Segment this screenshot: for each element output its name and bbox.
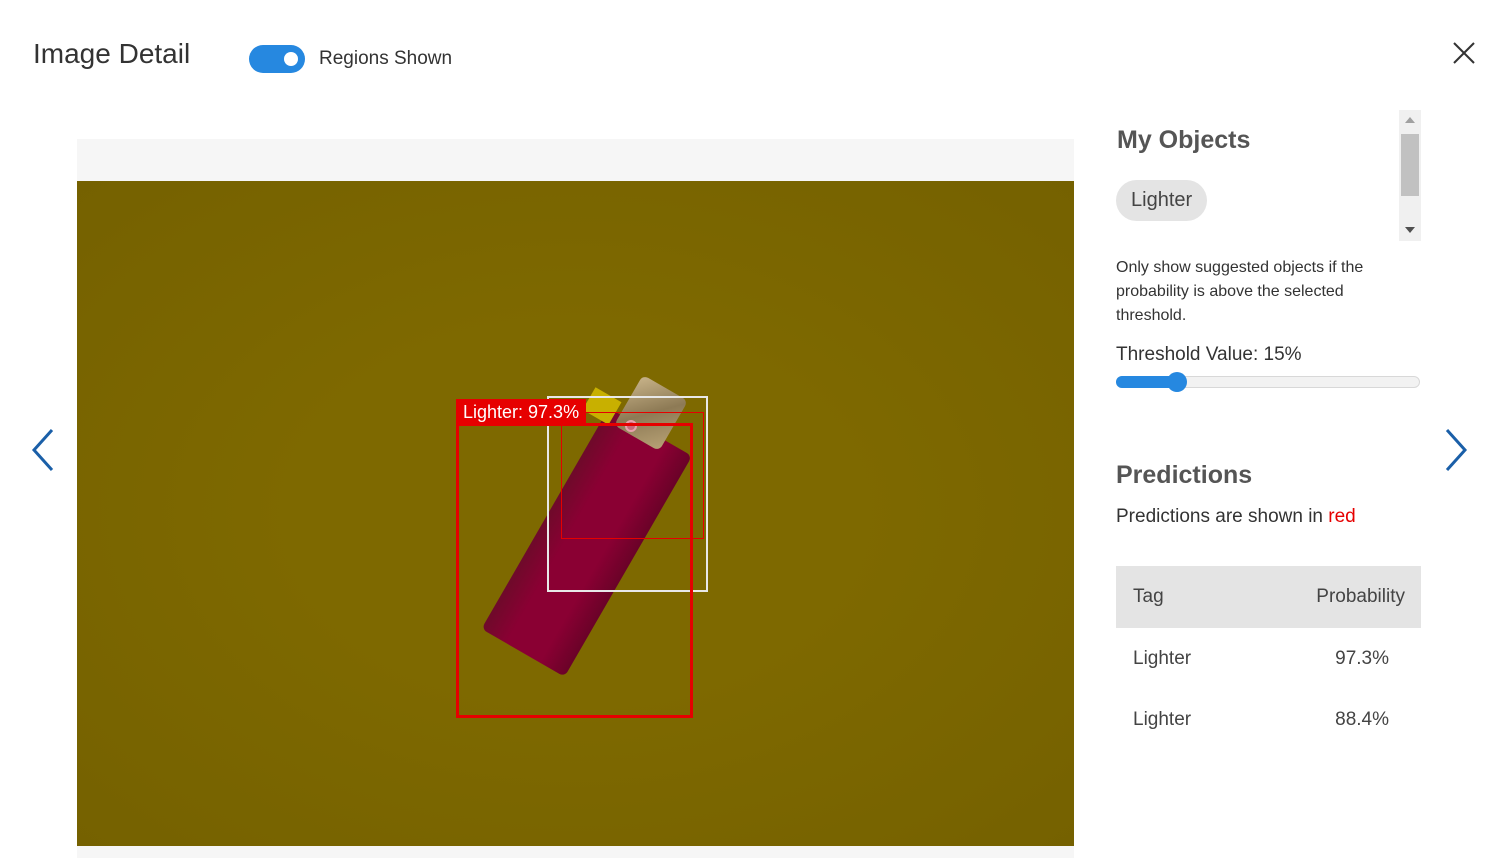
row-tag: Lighter (1133, 708, 1192, 730)
slider-thumb[interactable] (1167, 372, 1187, 392)
scroll-down-arrow[interactable] (1405, 227, 1415, 233)
threshold-description: Only show suggested objects if the proba… (1116, 259, 1364, 324)
my-objects-title: My Objects (1117, 126, 1251, 154)
chevron-left-icon (31, 428, 54, 472)
previous-image-button[interactable] (26, 422, 62, 478)
next-image-button[interactable] (1437, 422, 1473, 478)
predictions-note-color-word: red (1328, 506, 1356, 527)
table-header-row: Tag Probability (1116, 566, 1421, 628)
row-probability: 88.4% (1335, 708, 1389, 730)
scroll-up-arrow[interactable] (1405, 117, 1415, 123)
toggle-knob (284, 52, 298, 66)
object-tag-pill[interactable]: Lighter (1116, 180, 1208, 221)
objects-scrollbar[interactable] (1399, 110, 1421, 241)
predictions-note: Predictions are shown in red (1116, 506, 1356, 528)
prediction-region-label: Lighter: 97.3% (456, 399, 587, 425)
threshold-label: Threshold Value: 15% (1116, 344, 1302, 365)
column-header-tag[interactable]: Tag (1116, 566, 1244, 628)
predictions-title: Predictions (1116, 461, 1253, 489)
predictions-note-text: Predictions are shown in (1116, 506, 1329, 527)
threshold-slider[interactable] (1116, 372, 1420, 392)
regions-toggle-label: Regions Shown (319, 48, 453, 69)
my-objects-box: My Objects Lighter (1116, 110, 1422, 241)
training-image: Lighter: 97.3% (77, 181, 1074, 846)
lighter-ring (625, 420, 637, 432)
column-header-probability[interactable]: Probability (1243, 566, 1421, 628)
table-row[interactable]: Lighter 88.4% (1116, 689, 1421, 750)
slider-fill (1116, 376, 1172, 388)
table-row[interactable]: Lighter 97.3% (1116, 628, 1421, 689)
close-icon (1453, 42, 1475, 64)
close-button[interactable] (1448, 37, 1480, 69)
image-stage: Lighter: 97.3% (77, 139, 1074, 858)
scroll-thumb[interactable] (1401, 134, 1419, 196)
predictions-table: Tag Probability Lighter 97.3% Lighter 88… (1116, 566, 1421, 750)
chevron-right-icon (1445, 428, 1468, 472)
row-probability: 97.3% (1335, 647, 1389, 669)
regions-toggle[interactable] (249, 45, 305, 73)
row-tag: Lighter (1133, 647, 1192, 669)
page-title: Image Detail (33, 38, 191, 69)
